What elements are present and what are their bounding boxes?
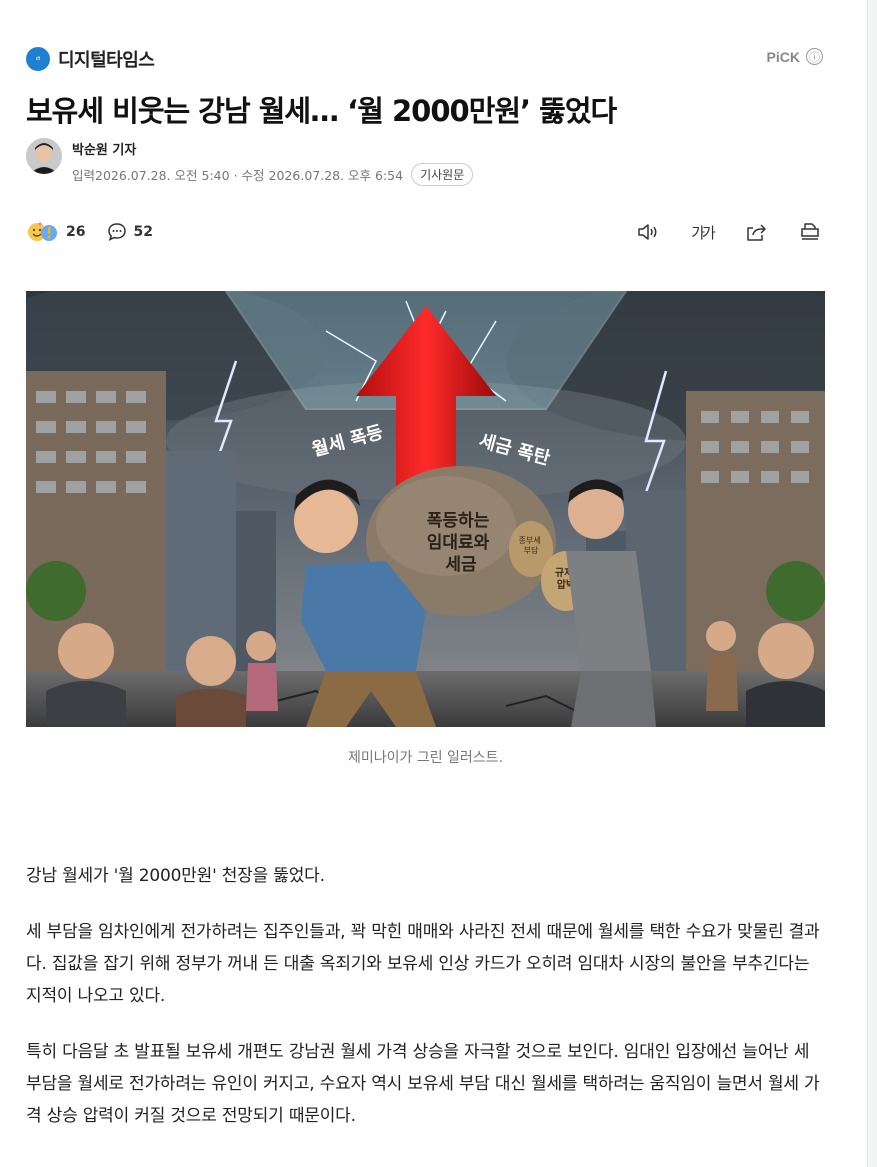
reaction-count: 26 [66, 224, 86, 240]
pick-badge[interactable]: PiCK ⓘ [767, 48, 823, 65]
reaction-button[interactable]: 26 [26, 220, 85, 244]
body-paragraph-2: 세 부담을 임차인에게 전가하려는 집주인들과, 꽉 막힌 매매와 사라진 전세… [26, 922, 820, 1006]
byline: 박순원 기자 입력2026.07.28. 오전 5:40 · 수정 2026.0… [26, 138, 474, 186]
reporter-avatar[interactable] [26, 138, 62, 174]
article-tools: 가가 [635, 219, 823, 245]
press-header[interactable]: dt 디지털타임스 [26, 46, 155, 72]
article-body: 강남 월세가 '월 2000만원' 천장을 뚫었다. 세 부담을 임차인에게 전… [26, 860, 826, 1156]
print-icon [801, 223, 819, 240]
edit-date: 2026.07.28. 오후 6:54 [268, 168, 404, 183]
speaker-icon [638, 224, 657, 240]
rock-label-line2: 임대료와 [427, 532, 490, 553]
reaction-emoji-icon [28, 222, 57, 241]
article-headline: 보유세 비웃는 강남 월세… ‘월 2000만원’ 뚫었다 [26, 94, 617, 128]
action-bar: 26 52 가가 [26, 218, 823, 246]
article-dates: 입력2026.07.28. 오전 5:40 · 수정 2026.07.28. 오… [72, 163, 474, 186]
original-article-button[interactable]: 기사원문 [411, 163, 474, 186]
press-name[interactable]: 디지털타임스 [58, 46, 155, 72]
body-paragraph-1: 강남 월세가 '월 2000만원' 천장을 뚫었다. [26, 866, 325, 886]
reporter-name[interactable]: 박순원 기자 [72, 139, 473, 158]
tts-button[interactable] [635, 219, 661, 245]
info-icon[interactable]: ⓘ [806, 48, 823, 65]
pick-label: PiCK [766, 48, 800, 65]
press-logo[interactable]: dt [26, 47, 50, 71]
input-date: 2026.07.28. 오전 5:40 [95, 168, 230, 183]
comment-count: 52 [133, 224, 153, 240]
font-size-label: 가가 [691, 223, 716, 242]
article-illustration[interactable]: 월세 폭등 세금 폭탄 폭등하는 임대료와 세금 종부세 부담 규제 압박 [26, 291, 825, 727]
share-button[interactable] [743, 219, 769, 245]
share-icon [747, 224, 766, 241]
photo-caption: 제미나이가 그린 일러스트. [347, 750, 504, 766]
comment-icon [108, 223, 127, 241]
page-scrollbar[interactable] [868, 0, 877, 1167]
body-paragraph-3: 특히 다음달 초 발표될 보유세 개편도 강남권 월세 가격 상승을 자극할 것… [26, 1042, 820, 1126]
font-size-button[interactable]: 가가 [689, 219, 716, 245]
bag1-label-line2: 부담 [524, 545, 539, 555]
date-separator: · [233, 168, 238, 183]
input-label: 입력 [72, 168, 96, 183]
bag1-label-line1: 종부세 [519, 536, 541, 545]
rock-label-line3: 세금 [445, 555, 477, 575]
comment-button[interactable]: 52 [107, 222, 153, 242]
article-card: dt 디지털타임스 PiCK ⓘ 보유세 비웃는 강남 월세… ‘월 2000만… [0, 0, 868, 1167]
edit-label: 수정 [241, 168, 265, 183]
rock-label-line1: 폭등하는 [427, 511, 490, 531]
print-button[interactable] [797, 219, 823, 245]
